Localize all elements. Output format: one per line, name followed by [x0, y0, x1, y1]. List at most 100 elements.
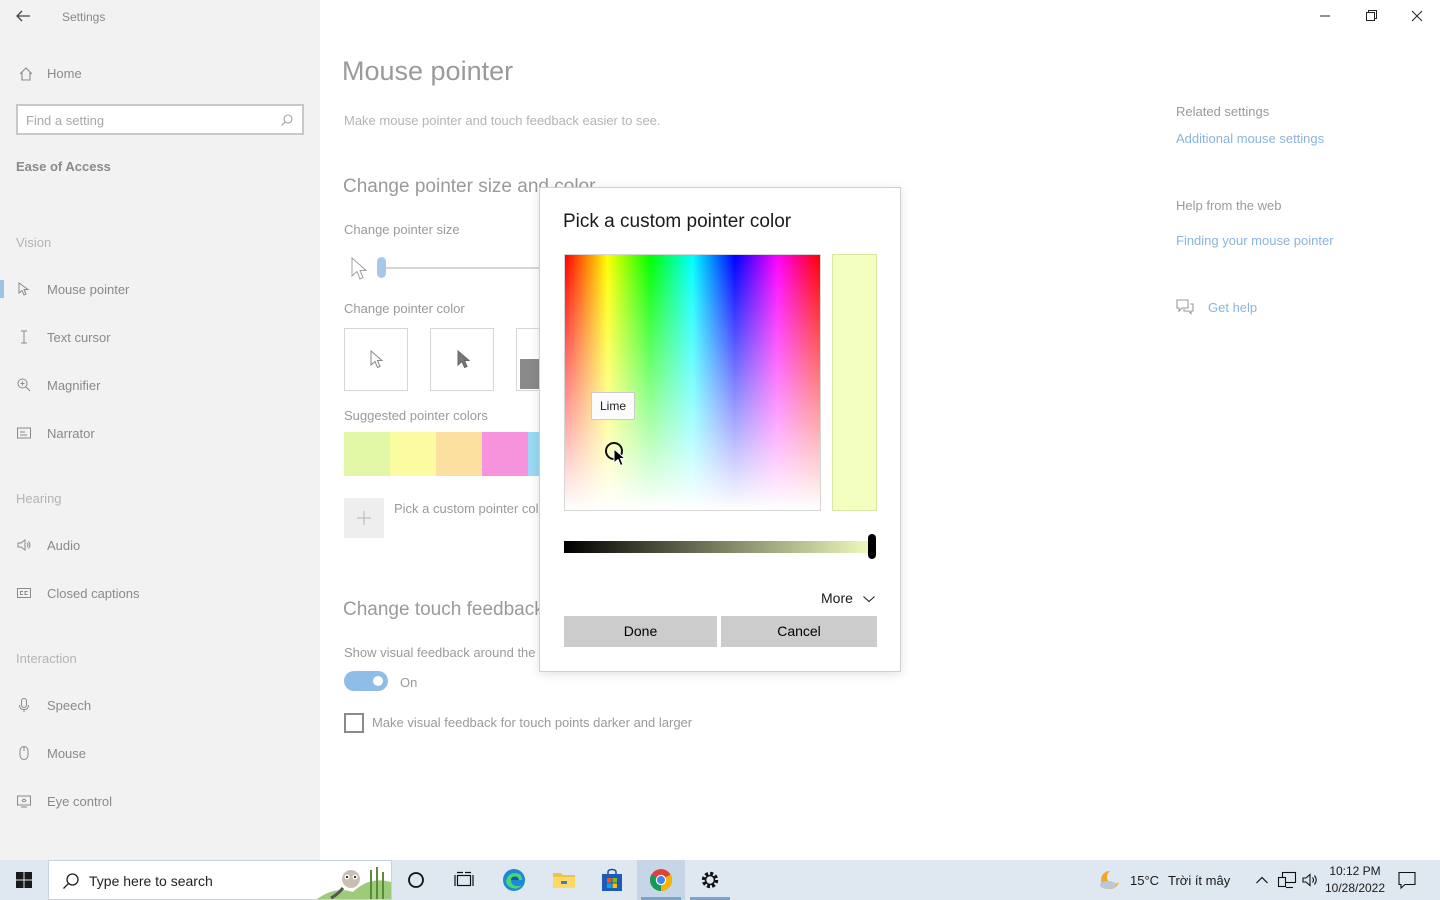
- custom-color-label: Pick a custom pointer color: [394, 501, 551, 516]
- done-button[interactable]: Done: [564, 616, 717, 647]
- more-button[interactable]: More: [821, 590, 876, 610]
- search-box[interactable]: [16, 104, 304, 135]
- start-button[interactable]: [0, 860, 48, 900]
- taskbar-search-text: Type here to search: [89, 873, 213, 889]
- volume-icon[interactable]: [1301, 871, 1321, 889]
- back-arrow-icon: [16, 10, 30, 22]
- edge-button[interactable]: [490, 860, 538, 900]
- store-icon: [602, 868, 622, 891]
- weather-moon-icon: [1100, 870, 1121, 889]
- black-pointer-icon: [457, 349, 471, 369]
- sidebar-item-mouse[interactable]: Mouse: [0, 736, 320, 770]
- sidebar-item-narrator[interactable]: Narrator: [0, 416, 320, 450]
- chevron-up-icon[interactable]: [1255, 874, 1269, 886]
- sidebar-item-label: Text cursor: [47, 330, 111, 345]
- weather-temperature[interactable]: 15°C: [1130, 873, 1159, 888]
- notifications-icon[interactable]: [1397, 870, 1417, 890]
- text-cursor-icon: [21, 330, 27, 344]
- touch-feedback-heading: Change touch feedback: [343, 599, 544, 620]
- page-description: Make mouse pointer and touch feedback ea…: [344, 113, 661, 128]
- magnifier-icon: [17, 378, 31, 392]
- sidebar-item-eye-control[interactable]: Eye control: [0, 784, 320, 818]
- section-heading-vision: Vision: [16, 235, 52, 250]
- clock-date[interactable]: 10/28/2022: [1322, 881, 1388, 895]
- sidebar-item-label: Audio: [47, 538, 81, 553]
- small-pointer-icon: [351, 256, 368, 280]
- cancel-button[interactable]: Cancel: [721, 616, 877, 647]
- cortana-button[interactable]: [392, 860, 440, 900]
- network-icon[interactable]: [1277, 871, 1297, 889]
- pointer-size-slider-thumb[interactable]: [377, 257, 386, 278]
- sidebar-item-label: Eye control: [47, 794, 113, 809]
- category-title: Ease of Access: [16, 159, 111, 174]
- cursor-arrow-icon: [613, 447, 627, 467]
- related-settings-heading: Related settings: [1176, 104, 1270, 119]
- sidebar-item-home[interactable]: Home: [16, 62, 296, 86]
- clock-time[interactable]: 10:12 PM: [1322, 864, 1388, 878]
- task-view-button[interactable]: [440, 860, 488, 900]
- active-indicator: [0, 280, 4, 298]
- weather-description[interactable]: Trời ít mây: [1168, 873, 1230, 888]
- sidebar-item-audio[interactable]: Audio: [0, 528, 320, 562]
- sidebar-item-closed-captions[interactable]: Closed captions: [0, 576, 320, 610]
- color-preview: [832, 254, 877, 511]
- suggested-color-swatch[interactable]: [390, 432, 436, 476]
- touch-feedback-toggle[interactable]: [344, 671, 388, 691]
- pointer-size-label: Change pointer size: [344, 222, 460, 237]
- cortana-icon: [408, 872, 424, 888]
- microphone-icon: [19, 698, 29, 712]
- sidebar-item-label: Closed captions: [47, 586, 140, 601]
- finding-mouse-pointer-link[interactable]: Finding your mouse pointer: [1176, 233, 1334, 248]
- search-input[interactable]: [26, 110, 266, 130]
- taskbar: Type here to search 15°C Trời ít mây 10:…: [0, 860, 1440, 900]
- suggested-colors-label: Suggested pointer colors: [344, 408, 488, 423]
- black-pointer-option[interactable]: [430, 328, 494, 391]
- add-custom-color-button[interactable]: [344, 498, 384, 538]
- close-icon: [1411, 10, 1423, 22]
- brightness-slider-thumb[interactable]: [868, 534, 876, 559]
- sidebar-item-speech[interactable]: Speech: [0, 688, 320, 722]
- plus-icon: [357, 511, 371, 525]
- white-pointer-option[interactable]: [344, 328, 408, 391]
- file-explorer-button[interactable]: [540, 860, 588, 900]
- sidebar-item-label: Mouse: [47, 746, 87, 761]
- more-label: More: [821, 590, 853, 606]
- restore-button[interactable]: [1348, 0, 1394, 32]
- white-pointer-icon: [370, 349, 384, 369]
- darker-feedback-checkbox[interactable]: [344, 713, 364, 733]
- close-button[interactable]: [1394, 0, 1440, 32]
- settings-button[interactable]: [686, 860, 734, 900]
- edge-icon: [503, 869, 525, 891]
- section-heading-interaction: Interaction: [16, 651, 77, 666]
- minimize-button[interactable]: [1302, 0, 1348, 32]
- toggle-knob: [373, 676, 383, 686]
- dialog-title: Pick a custom pointer color: [563, 211, 792, 232]
- brightness-slider[interactable]: [564, 541, 876, 553]
- taskbar-search-box[interactable]: Type here to search: [48, 860, 392, 900]
- sidebar: Settings Home Ease of Access Vision Mous…: [0, 0, 320, 860]
- page-title: Mouse pointer: [342, 56, 514, 86]
- sidebar-item-mouse-pointer[interactable]: Mouse pointer: [0, 272, 320, 306]
- toggle-state-label: On: [400, 675, 418, 690]
- sidebar-item-text-cursor[interactable]: Text cursor: [0, 320, 320, 354]
- suggested-color-swatch[interactable]: [436, 432, 482, 476]
- get-help-link[interactable]: Get help: [1208, 300, 1257, 315]
- sidebar-item-magnifier[interactable]: Magnifier: [0, 368, 320, 402]
- sidebar-item-label: Mouse pointer: [47, 282, 130, 297]
- task-view-icon: [454, 871, 474, 887]
- suggested-color-swatch[interactable]: [344, 432, 390, 476]
- suggested-color-swatch[interactable]: [482, 432, 528, 476]
- back-button[interactable]: [8, 4, 38, 28]
- chrome-button[interactable]: [637, 860, 685, 900]
- color-spectrum[interactable]: [564, 254, 821, 511]
- eye-control-icon: [17, 795, 31, 808]
- chrome-icon: [650, 869, 672, 891]
- pointer-size-slider-track[interactable]: [378, 267, 548, 269]
- windows-logo-icon: [16, 872, 32, 888]
- additional-mouse-settings-link[interactable]: Additional mouse settings: [1176, 131, 1324, 146]
- store-button[interactable]: [588, 860, 636, 900]
- mouse-pointer-icon: [18, 282, 30, 296]
- app-title: Settings: [62, 10, 106, 24]
- search-icon: [281, 114, 293, 126]
- settings-icon: [701, 871, 719, 889]
